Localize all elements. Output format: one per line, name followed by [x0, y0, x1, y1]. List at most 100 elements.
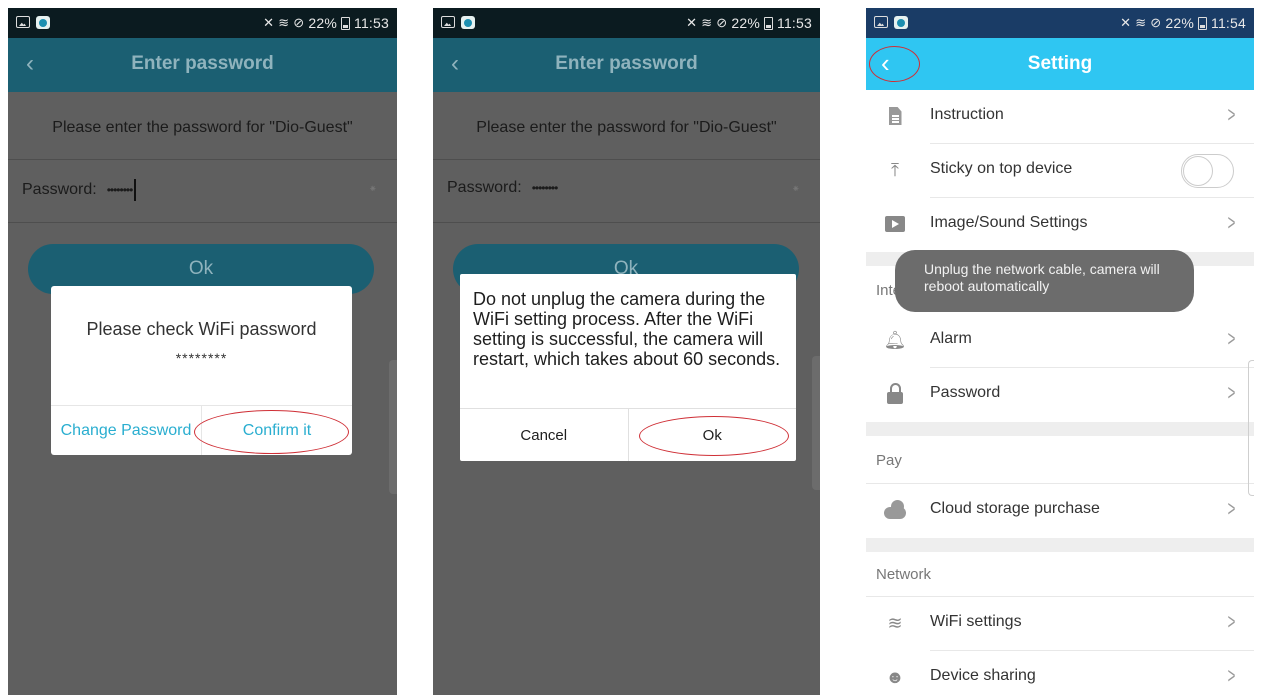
divider — [433, 159, 820, 160]
row-label: Sticky on top device — [930, 160, 1073, 177]
status-bar: ✕ ≋ ⊘ 22% 11:54 — [866, 8, 1254, 38]
chevron-right-icon: > — [1227, 326, 1236, 351]
chevron-right-icon: > — [1227, 609, 1236, 634]
side-edge-tab[interactable] — [389, 360, 397, 494]
side-edge-tab[interactable] — [812, 356, 820, 490]
change-password-button[interactable]: Change Password — [51, 406, 201, 455]
password-input[interactable]: •••••••• — [532, 181, 559, 195]
phone-screen-3: ✕ ≋ ⊘ 22% 11:54 ‹ Setting Instruction > … — [866, 8, 1254, 695]
phone-screen-1: ✕ ≋ ⊘ 22% 11:53 ‹ Enter password Please … — [8, 8, 397, 695]
chevron-right-icon: > — [1227, 496, 1236, 521]
camera-app-notification-icon — [36, 16, 50, 29]
battery-percent: 22% — [731, 15, 760, 31]
confirm-button[interactable]: Confirm it — [201, 406, 352, 455]
masked-password: ******** — [175, 350, 228, 366]
battery-icon — [1198, 16, 1207, 30]
gallery-notification-icon — [16, 16, 30, 28]
section-gap — [866, 538, 1254, 552]
row-label: Alarm — [930, 330, 972, 347]
cancel-button[interactable]: Cancel — [460, 409, 628, 461]
password-prompt: Please enter the password for "Dio-Guest… — [52, 119, 353, 136]
mute-icon: ✕ — [263, 15, 275, 30]
divider — [8, 159, 397, 160]
cloud-icon — [884, 499, 906, 521]
chevron-right-icon: > — [1227, 210, 1236, 235]
dialog-message: Please check WiFi password — [86, 319, 317, 339]
gallery-notification-icon — [441, 16, 455, 28]
wifi-status-icon: ≋ — [1135, 15, 1147, 30]
wifi-status-icon: ≋ — [701, 15, 713, 30]
battery-icon — [341, 16, 350, 30]
settings-row-password[interactable]: Password > — [866, 368, 1254, 422]
document-icon — [884, 105, 906, 127]
people-icon: ☻ — [885, 666, 905, 687]
side-edge-tab[interactable] — [1248, 360, 1254, 496]
section-gap — [866, 422, 1254, 436]
app-header: ‹ Enter password — [8, 38, 397, 92]
chevron-right-icon: > — [1227, 380, 1236, 405]
chevron-right-icon: > — [1227, 663, 1236, 688]
settings-row-image-sound[interactable]: Image/Sound Settings > — [866, 198, 1254, 252]
clock: 11:54 — [1211, 15, 1246, 31]
reboot-toast: Unplug the network cable, camera will re… — [895, 250, 1194, 312]
block-icon: ⊘ — [293, 15, 305, 30]
divider — [8, 222, 397, 223]
password-field[interactable]: Password: •••••••• — [447, 179, 559, 197]
chevron-right-icon: > — [1227, 102, 1236, 127]
status-bar: ✕ ≋ ⊘ 22% 11:53 — [8, 8, 397, 38]
password-label: Password: — [447, 179, 522, 196]
gallery-notification-icon — [874, 16, 888, 28]
ok-dialog-button[interactable]: Ok — [627, 409, 797, 461]
mute-icon: ✕ — [686, 15, 698, 30]
clock: 11:53 — [777, 15, 812, 31]
row-label: Instruction — [930, 106, 1004, 123]
wifi-check-dialog: Please check WiFi password ******** Chan… — [51, 286, 352, 455]
mute-icon: ✕ — [1120, 15, 1132, 30]
password-field[interactable]: Password: •••••••• — [22, 179, 137, 201]
show-password-icon[interactable]: ⁕ — [369, 184, 377, 195]
divider — [433, 222, 820, 223]
settings-row-cloud[interactable]: Cloud storage purchase > — [866, 484, 1254, 538]
section-header-network: Network — [876, 566, 932, 583]
status-bar: ✕ ≋ ⊘ 22% 11:53 — [433, 8, 820, 38]
camera-app-notification-icon — [894, 16, 908, 29]
phone-screen-2: ✕ ≋ ⊘ 22% 11:53 ‹ Enter password Please … — [433, 8, 820, 695]
app-header: ‹ Enter password — [433, 38, 820, 92]
page-title: Enter password — [131, 53, 274, 74]
section-header-pay: Pay — [876, 452, 902, 469]
row-label: Image/Sound Settings — [930, 214, 1088, 231]
settings-row-instruction[interactable]: Instruction > — [866, 90, 1254, 144]
restart-warning-dialog: Do not unplug the camera during the WiFi… — [460, 274, 796, 461]
settings-list: Instruction > ⤒ Sticky on top device Ima… — [866, 90, 1254, 695]
settings-row-wifi[interactable]: ≋ WiFi settings > — [866, 597, 1254, 651]
block-icon: ⊘ — [716, 15, 728, 30]
battery-percent: 22% — [1165, 15, 1194, 31]
row-label: Password — [930, 384, 1001, 401]
bell-icon: 🔔︎ — [883, 329, 907, 350]
battery-icon — [764, 16, 773, 30]
camera-app-notification-icon — [461, 16, 475, 29]
dialog-message: Do not unplug the camera during the WiFi… — [473, 289, 781, 369]
play-icon — [884, 213, 906, 235]
row-label: Device sharing — [930, 667, 1036, 684]
sticky-toggle[interactable] — [1181, 154, 1234, 188]
page-title: Enter password — [555, 53, 698, 74]
block-icon: ⊘ — [1150, 15, 1162, 30]
settings-row-sharing[interactable]: ☻ Device sharing > — [866, 651, 1254, 695]
password-prompt: Please enter the password for "Dio-Guest… — [476, 119, 777, 136]
settings-row-alarm[interactable]: 🔔︎ Alarm > — [866, 314, 1254, 368]
wifi-icon: ≋ — [887, 612, 903, 633]
settings-row-sticky[interactable]: ⤒ Sticky on top device — [866, 144, 1254, 198]
app-header: ‹ Setting — [866, 38, 1254, 90]
row-label: WiFi settings — [930, 613, 1022, 630]
row-label: Cloud storage purchase — [930, 500, 1100, 517]
battery-percent: 22% — [308, 15, 337, 31]
pin-top-icon: ⤒ — [891, 159, 899, 180]
password-input[interactable]: •••••••• — [107, 183, 134, 197]
clock: 11:53 — [354, 15, 389, 31]
lock-icon — [884, 382, 906, 405]
show-password-icon[interactable]: ⁕ — [792, 184, 800, 195]
password-label: Password: — [22, 181, 97, 198]
wifi-status-icon: ≋ — [278, 15, 290, 30]
text-cursor — [134, 179, 137, 201]
